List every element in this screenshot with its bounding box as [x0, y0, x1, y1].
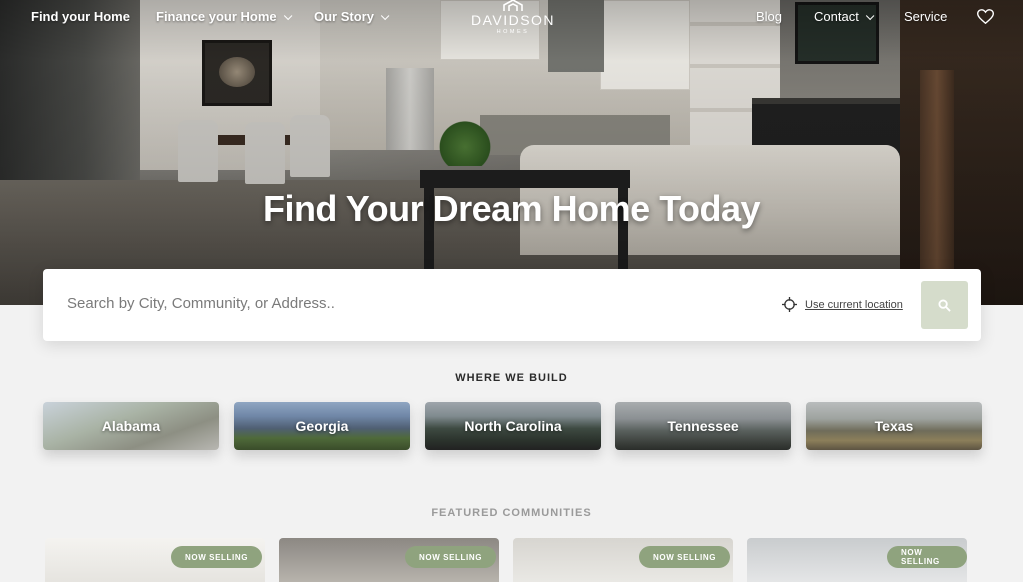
where-we-build-heading: WHERE WE BUILD [455, 372, 568, 384]
nav-contact-label: Contact [814, 9, 859, 24]
logo-sub: HOMES [496, 29, 530, 35]
nav-blog-label: Blog [756, 9, 783, 24]
search-icon [938, 298, 951, 312]
status-badge: NOW SELLING [405, 546, 497, 568]
state-card-north-carolina[interactable]: North Carolina [425, 402, 601, 450]
use-location-link[interactable]: Use current location [782, 297, 903, 312]
featured-communities-heading: FEATURED COMMUNITIES [431, 507, 592, 519]
nav-find-home-label: Find your Home [31, 9, 130, 24]
state-card-alabama[interactable]: Alabama [43, 402, 219, 450]
status-badge: NOW SELLING [639, 546, 731, 568]
state-card-tennessee[interactable]: Tennessee [615, 402, 791, 450]
hero-title: Find Your Dream Home Today [262, 188, 761, 229]
status-badge: NOW SELLING [171, 546, 263, 568]
heart-icon[interactable] [976, 9, 995, 25]
nav-find-home[interactable]: Find your Home [31, 9, 130, 24]
state-card-georgia[interactable]: Georgia [234, 402, 410, 450]
community-card[interactable]: NOW SELLING [279, 538, 499, 582]
nav-contact[interactable]: Contact [814, 9, 875, 24]
state-label: Texas [874, 418, 914, 434]
nav-finance-label: Finance your Home [156, 9, 277, 24]
state-card-texas[interactable]: Texas [806, 402, 982, 450]
state-label: Georgia [295, 418, 349, 434]
search-box: Use current location [43, 269, 981, 341]
search-button[interactable] [921, 281, 968, 329]
nav-finance[interactable]: Finance your Home [156, 9, 293, 24]
status-badge: NOW SELLING [887, 546, 967, 568]
nav-blog[interactable]: Blog [756, 9, 782, 24]
use-location-label: Use current location [805, 298, 903, 311]
state-label: North Carolina [464, 418, 562, 434]
nav-service-label: Service [904, 9, 948, 24]
crosshair-icon [782, 297, 797, 312]
logo[interactable]: DAVIDSON HOMES [468, 0, 558, 40]
logo-icon [502, 0, 524, 11]
nav-service[interactable]: Service [904, 9, 947, 24]
chevron-down-icon [283, 11, 293, 21]
top-nav: Find your Home Finance your Home Our Sto… [0, 0, 1023, 35]
state-label: Alabama [101, 418, 161, 434]
chevron-down-icon [865, 11, 875, 21]
hero-image [0, 0, 1023, 305]
nav-our-story[interactable]: Our Story [314, 9, 390, 24]
nav-our-story-label: Our Story [314, 9, 374, 24]
search-input[interactable] [67, 295, 567, 312]
logo-name: DAVIDSON [470, 12, 556, 28]
community-card[interactable]: NOW SELLING [45, 538, 265, 582]
community-card[interactable]: NOW SELLING [513, 538, 733, 582]
community-card[interactable]: NOW SELLING [747, 538, 967, 582]
chevron-down-icon [380, 11, 390, 21]
state-label: Tennessee [667, 418, 739, 434]
